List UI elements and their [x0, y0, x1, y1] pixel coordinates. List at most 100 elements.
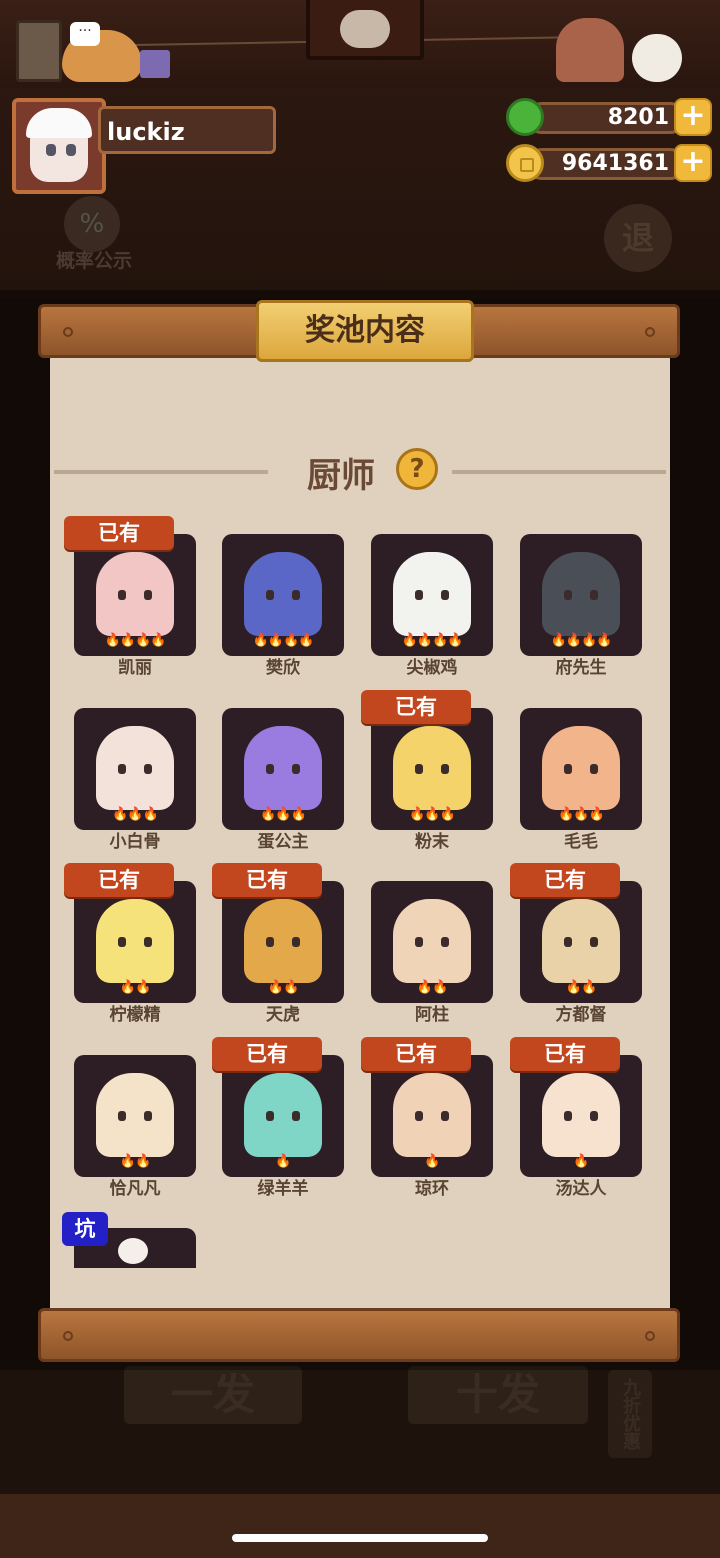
top-shelf: ···	[0, 0, 720, 92]
chef-card[interactable]: 🔥🔥🔥🔥 尖椒鸡	[371, 534, 495, 690]
section-title-chefs: 厨师	[307, 456, 375, 496]
chef-card-frame: 🔥🔥🔥	[74, 708, 196, 830]
exit-button[interactable]: 退	[604, 204, 672, 272]
purple-box-decoration	[140, 50, 170, 78]
chef-portrait	[393, 726, 471, 810]
single-draw-button[interactable]: 一发	[124, 1366, 302, 1424]
chef-card-frame: 🔥🔥	[222, 881, 344, 1003]
nail-icon	[63, 327, 73, 337]
home-indicator	[232, 1534, 488, 1542]
flame-rating-icons: 🔥	[222, 1153, 344, 1171]
flame-icon: 🔥	[432, 633, 448, 648]
flame-icon: 🔥	[298, 633, 314, 648]
chef-name: 蛋公主	[257, 832, 309, 852]
chef-name: 阿柱	[415, 1005, 449, 1025]
avatar-eye	[66, 144, 76, 156]
flame-rating-icons: 🔥	[371, 1153, 493, 1171]
chef-name: 柠檬精	[109, 1005, 161, 1025]
chef-card-frame: 🔥🔥🔥🔥	[371, 534, 493, 656]
chef-name: 凯丽	[118, 658, 152, 678]
center-portrait-frame	[306, 0, 424, 60]
owned-badge: 已有	[510, 1037, 620, 1071]
apple-resource: 8201 +	[506, 98, 712, 138]
chef-card[interactable]: 🔥 绿羊羊 已有	[212, 1037, 346, 1211]
chef-card-frame: 🔥🔥🔥	[520, 708, 642, 830]
flame-icon: 🔥	[596, 633, 612, 648]
flame-icon: 🔥	[150, 633, 166, 648]
chef-portrait	[244, 726, 322, 810]
flame-icon: 🔥	[290, 807, 307, 822]
flame-icon: 🔥	[439, 807, 456, 822]
flame-icon: 🔥	[447, 633, 463, 648]
add-apples-button[interactable]: +	[674, 98, 712, 136]
chef-card-frame: 🔥	[371, 1055, 493, 1177]
chef-card-frame: 🔥	[222, 1055, 344, 1177]
flame-icon: 🔥	[581, 633, 597, 648]
chef-card[interactable]: 🔥🔥🔥🔥 府先生	[520, 534, 644, 690]
flame-icon: 🔥	[588, 807, 605, 822]
flame-icon: 🔥	[119, 1154, 136, 1169]
scroll-bottom-rod	[38, 1308, 680, 1362]
bottom-bar	[0, 1494, 720, 1558]
chef-card[interactable]: 🔥🔥 天虎 已有	[212, 863, 346, 1037]
flame-icon: 🔥	[119, 633, 136, 648]
owned-badge: 已有	[361, 1037, 471, 1071]
chef-card[interactable]: 🔥🔥 方都督 已有	[510, 863, 644, 1037]
flame-icon: 🔥	[267, 633, 284, 648]
chef-card[interactable]: 🔥🔥 阿柱	[371, 881, 495, 1037]
probability-button[interactable]: % 概率公示	[52, 196, 142, 276]
flame-icon: 🔥	[416, 980, 433, 995]
help-icon[interactable]: ?	[396, 448, 438, 490]
add-coins-button[interactable]: +	[674, 144, 712, 182]
chef-name: 毛毛	[564, 832, 598, 852]
chef-name: 小白骨	[109, 832, 161, 852]
chef-card[interactable]: 🔥🔥🔥🔥 凯丽 已有	[64, 516, 198, 690]
chef-card[interactable]: 🔥🔥🔥🔥 樊欣	[222, 534, 346, 690]
chef-portrait	[393, 1073, 471, 1157]
flame-icon: 🔥	[565, 633, 582, 648]
flame-rating-icons: 🔥🔥🔥	[371, 806, 493, 824]
owned-badge: 已有	[510, 863, 620, 897]
divider	[452, 470, 666, 474]
coin-count: 9641361	[526, 148, 686, 180]
player-avatar[interactable]	[12, 98, 106, 194]
chef-card[interactable]: 🔥🔥 柠檬精 已有	[64, 863, 198, 1037]
chef-portrait	[542, 726, 620, 810]
chef-card[interactable]: 🔥🔥 恰凡凡	[74, 1055, 198, 1211]
chef-name: 汤达人	[555, 1179, 607, 1199]
pool-title: 奖池内容	[256, 300, 474, 362]
chef-card[interactable]: 🔥🔥🔥 粉末 已有	[361, 690, 495, 864]
chef-card[interactable]: 🔥🔥🔥 毛毛	[520, 708, 644, 864]
flame-rating-icons: 🔥🔥	[371, 979, 493, 997]
flame-rating-icons: 🔥🔥🔥🔥	[74, 632, 196, 650]
chef-name: 天虎	[266, 1005, 300, 1025]
flame-rating-icons: 🔥🔥	[222, 979, 344, 997]
flame-icon: 🔥	[550, 633, 567, 648]
chef-portrait	[244, 552, 322, 636]
flame-rating-icons: 🔥🔥	[74, 1153, 196, 1171]
owned-badge: 已有	[212, 1037, 322, 1071]
ten-draw-button[interactable]: 十发	[408, 1366, 588, 1424]
chef-portrait	[244, 899, 322, 983]
flame-rating-icons: 🔥🔥🔥🔥	[371, 632, 493, 650]
chef-card[interactable]: 🔥🔥🔥 蛋公主	[222, 708, 346, 864]
flame-icon: 🔥	[424, 807, 440, 822]
flame-rating-icons: 🔥🔥🔥	[222, 806, 344, 824]
flame-icon: 🔥	[558, 807, 574, 822]
owned-badge: 已有	[212, 863, 322, 897]
flame-icon: 🔥	[135, 1154, 151, 1169]
chef-card-frame: 🔥🔥🔥🔥	[520, 534, 642, 656]
white-cat-decoration	[632, 34, 682, 82]
chef-card-frame: 🔥🔥🔥	[222, 708, 344, 830]
flame-icon: 🔥	[283, 633, 299, 648]
chef-card[interactable]: 🔥 汤达人 已有	[510, 1037, 644, 1211]
flame-icon: 🔥	[135, 980, 151, 995]
chef-name: 恰凡凡	[109, 1179, 161, 1199]
flame-icon: 🔥	[275, 807, 291, 822]
chef-card[interactable]: 🔥 琼环 已有	[361, 1037, 495, 1211]
chef-card[interactable]: 🔥🔥🔥 小白骨	[74, 708, 198, 864]
flame-icon: 🔥	[142, 807, 159, 822]
chef-name: 尖椒鸡	[406, 658, 458, 678]
flame-icon: 🔥	[267, 980, 284, 995]
flame-icon: 🔥	[283, 980, 299, 995]
